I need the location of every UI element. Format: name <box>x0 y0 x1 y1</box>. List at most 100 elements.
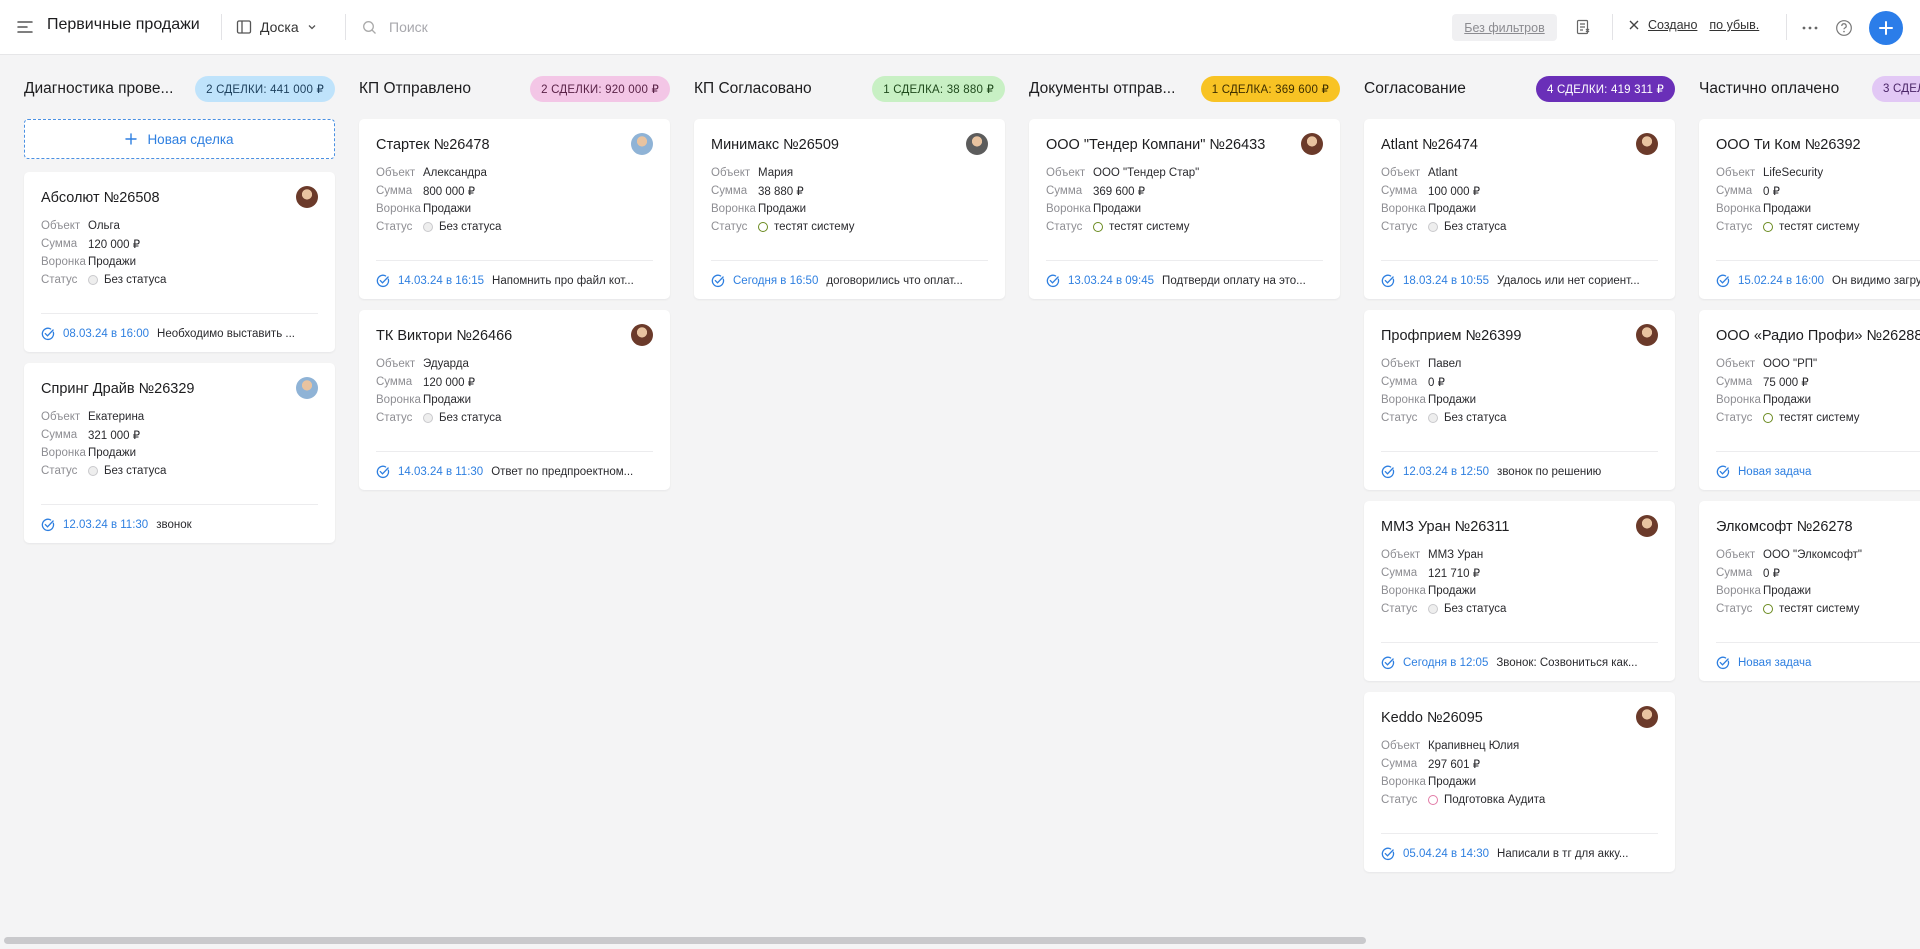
task-row[interactable]: 05.04.24 в 14:30 Написали в тг для акку..… <box>1381 846 1658 862</box>
deal-card[interactable]: ООО «Радио Профи» №26288 Объект ООО "РП" Су… <box>1699 310 1920 490</box>
deal-title[interactable]: ООО Ти Ком №26392 <box>1716 137 1861 153</box>
deal-card[interactable]: Профприем №26399 Объект Павел Сумма 0 ₽ Ворон… <box>1364 310 1675 490</box>
avatar[interactable] <box>1636 706 1658 728</box>
view-switcher[interactable]: Доска <box>236 14 317 40</box>
task-date[interactable]: 12.03.24 в 12:50 <box>1403 466 1489 478</box>
task-date[interactable]: 13.03.24 в 09:45 <box>1068 275 1154 287</box>
deal-card[interactable]: Спринг Драйв №26329 Объект Екатерина Сумма 3… <box>24 363 335 543</box>
field-status[interactable]: Статус тестят систему <box>1716 410 1859 426</box>
deal-card[interactable]: Atlant №26474 Объект Atlant Сумма 100 000 ₽ В… <box>1364 119 1675 299</box>
new-deal-button[interactable]: Новая сделка <box>24 119 335 159</box>
search-input[interactable] <box>389 19 589 35</box>
task-row[interactable]: Сегодня в 16:50 договорились что оплат... <box>711 273 988 289</box>
column: Согласование 4 СДЕЛКИ: 419 311 ₽ Atlant №2… <box>1364 56 1675 936</box>
avatar[interactable] <box>1301 133 1323 155</box>
task-text: Написали в тг для акку... <box>1497 848 1629 860</box>
deal-title[interactable]: Элкомсофт №26278 <box>1716 519 1853 535</box>
task-date[interactable]: 14.03.24 в 16:15 <box>398 275 484 287</box>
task-row[interactable]: 18.03.24 в 10:55 Удалось или нет сориент.… <box>1381 273 1658 289</box>
avatar[interactable] <box>1636 133 1658 155</box>
task-date[interactable]: Сегодня в 12:05 <box>1403 657 1488 669</box>
deal-card[interactable]: ММЗ Уран №26311 Объект ММЗ Уран Сумма 121 71… <box>1364 501 1675 681</box>
deal-title[interactable]: Профприем №26399 <box>1381 328 1521 344</box>
deal-card[interactable]: ООО "Тендер Компани" №26433 Объект ООО "Те… <box>1029 119 1340 299</box>
field-status[interactable]: Статус Без статуса <box>1381 219 1506 235</box>
deal-card[interactable]: Абсолют №26508 Объект Ольга Сумма 120 000 ₽ В… <box>24 172 335 352</box>
sort-order[interactable]: по убыв. <box>1709 18 1759 32</box>
avatar[interactable] <box>296 186 318 208</box>
deal-title[interactable]: ММЗ Уран №26311 <box>1381 519 1509 535</box>
task-date[interactable]: 15.02.24 в 16:00 <box>1738 275 1824 287</box>
sort-control[interactable]: Создано по убыв. <box>1628 18 1759 32</box>
task-check-icon <box>711 274 725 288</box>
task-row[interactable]: Новая задача <box>1716 655 1920 671</box>
avatar[interactable] <box>296 377 318 399</box>
field-status[interactable]: Статус Без статуса <box>376 219 501 235</box>
avatar[interactable] <box>1636 324 1658 346</box>
deal-card[interactable]: ООО Ти Ком №26392 Объект LifeSecurity Сумма… <box>1699 119 1920 299</box>
task-row[interactable]: 12.03.24 в 11:30 звонок <box>41 517 318 533</box>
task-date[interactable]: 05.04.24 в 14:30 <box>1403 848 1489 860</box>
divider <box>376 260 653 261</box>
deal-card[interactable]: Стартек №26478 Объект Александра Сумма 800 0… <box>359 119 670 299</box>
field-status[interactable]: Статус тестят систему <box>1716 219 1859 235</box>
task-date[interactable]: 08.03.24 в 16:00 <box>63 328 149 340</box>
task-date[interactable]: 14.03.24 в 11:30 <box>398 466 483 478</box>
task-date[interactable]: Новая задача <box>1738 657 1811 669</box>
deal-card[interactable]: Keddo №26095 Объект Крапивнец Юлия Сумма 297… <box>1364 692 1675 872</box>
deal-title[interactable]: ТК Виктори №26466 <box>376 328 512 344</box>
task-row[interactable]: 12.03.24 в 12:50 звонок по решению <box>1381 464 1658 480</box>
task-row[interactable]: 08.03.24 в 16:00 Необходимо выставить ... <box>41 326 318 342</box>
task-row[interactable]: 14.03.24 в 11:30 Ответ по предпроектном..… <box>376 464 653 480</box>
task-row[interactable]: 14.03.24 в 16:15 Напомнить про файл кот..… <box>376 273 653 289</box>
deal-title[interactable]: Абсолют №26508 <box>41 190 160 206</box>
field-status[interactable]: Статус Без статуса <box>41 272 166 288</box>
task-text: Необходимо выставить ... <box>157 328 295 340</box>
avatar[interactable] <box>631 324 653 346</box>
view-switcher-label: Доска <box>260 19 299 35</box>
export-icon[interactable] <box>1574 18 1592 36</box>
avatar[interactable] <box>631 133 653 155</box>
field-value: Продажи <box>1428 394 1477 406</box>
task-row[interactable]: 13.03.24 в 09:45 Подтверди оплату на это.… <box>1046 273 1323 289</box>
sort-field[interactable]: Создано <box>1648 18 1697 32</box>
page-title: Первичные продажи <box>47 16 200 33</box>
deal-title[interactable]: Минимакс №26509 <box>711 137 839 153</box>
field-status[interactable]: Статус тестят систему <box>1716 601 1859 617</box>
task-row[interactable]: 15.02.24 в 16:00 Он видимо загру... <box>1716 273 1920 289</box>
deal-title[interactable]: Keddo №26095 <box>1381 710 1483 726</box>
more-icon[interactable] <box>1800 18 1820 38</box>
field-status[interactable]: Статус Без статуса <box>376 410 501 426</box>
field-status[interactable]: Статус тестят систему <box>1046 219 1189 235</box>
field-label: Статус <box>376 221 413 233</box>
add-button[interactable] <box>1869 11 1903 45</box>
help-icon[interactable] <box>1834 18 1854 38</box>
deal-title[interactable]: Спринг Драйв №26329 <box>41 381 194 397</box>
task-date[interactable]: 18.03.24 в 10:55 <box>1403 275 1489 287</box>
menu-icon[interactable] <box>16 18 34 36</box>
deal-title[interactable]: ООО «Радио Профи» №26288 <box>1716 328 1920 344</box>
field-status[interactable]: Статус Без статуса <box>1381 410 1506 426</box>
task-date[interactable]: 12.03.24 в 11:30 <box>63 519 148 531</box>
horizontal-scrollbar[interactable] <box>4 937 1366 944</box>
deal-title[interactable]: Стартек №26478 <box>376 137 490 153</box>
close-icon[interactable] <box>1628 19 1640 31</box>
task-date[interactable]: Сегодня в 16:50 <box>733 275 818 287</box>
task-row[interactable]: Новая задача <box>1716 464 1920 480</box>
field-status[interactable]: Статус Подготовка Аудита <box>1381 792 1545 808</box>
deal-title[interactable]: ООО "Тендер Компани" №26433 <box>1046 137 1265 153</box>
deal-card[interactable]: Элкомсофт №26278 Объект ООО "Элкомсофт" Сум… <box>1699 501 1920 681</box>
deal-card[interactable]: ТК Виктори №26466 Объект Эдуарда Сумма 120 0… <box>359 310 670 490</box>
deal-card[interactable]: Минимакс №26509 Объект Мария Сумма 38 880 ₽ В… <box>694 119 1005 299</box>
task-date[interactable]: Новая задача <box>1738 466 1811 478</box>
filter-button[interactable]: Без фильтров <box>1452 14 1557 41</box>
task-row[interactable]: Сегодня в 12:05 Звонок: Созвониться как..… <box>1381 655 1658 671</box>
field-status[interactable]: Статус тестят систему <box>711 219 854 235</box>
avatar[interactable] <box>1636 515 1658 537</box>
search-box[interactable] <box>362 14 589 40</box>
field-status[interactable]: Статус Без статуса <box>41 463 166 479</box>
field-status[interactable]: Статус Без статуса <box>1381 601 1506 617</box>
field-label: Воронка <box>1381 585 1426 597</box>
deal-title[interactable]: Atlant №26474 <box>1381 137 1478 153</box>
avatar[interactable] <box>966 133 988 155</box>
